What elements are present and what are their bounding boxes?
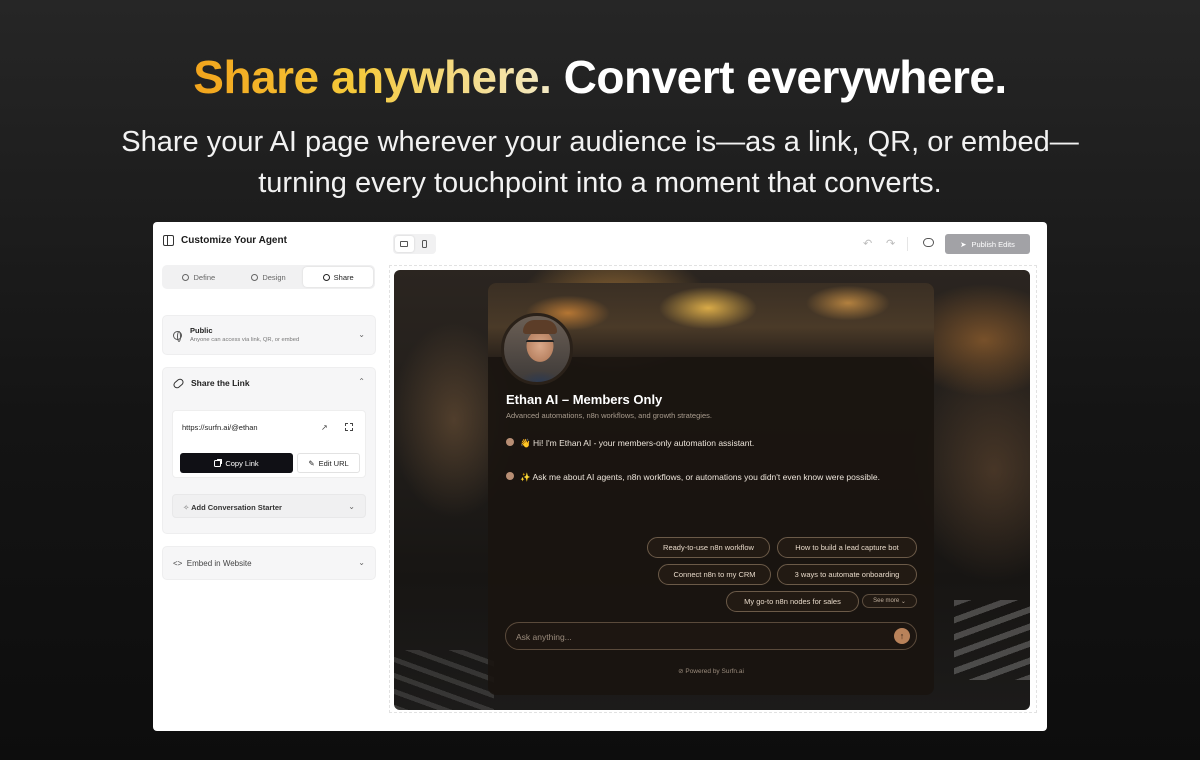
agent-title: Ethan AI – Members Only <box>506 392 663 407</box>
monitor-icon <box>400 241 409 247</box>
agent-chat-card: Ethan AI – Members Only Advanced automat… <box>488 283 934 695</box>
visibility-subtitle: Anyone can access via link, QR, or embed <box>190 337 300 343</box>
embed-section[interactable]: <> Embed in Website ⌄ <box>162 546 376 580</box>
send-arrow-icon[interactable]: ↑ <box>894 628 910 644</box>
desktop-view-button[interactable] <box>395 236 414 252</box>
cloud-check-icon <box>923 238 934 247</box>
chevron-up-icon[interactable]: ⌃ <box>358 377 365 386</box>
crosswalk-decoration <box>954 600 1030 680</box>
redo-icon[interactable]: ↷ <box>886 237 895 250</box>
qr-code-icon[interactable] <box>345 423 353 431</box>
share-link-title: Share the Link <box>191 378 250 388</box>
chevron-down-icon: ⌄ <box>900 598 906 605</box>
pencil-icon: ✎ <box>308 458 315 468</box>
tab-design[interactable]: Design <box>234 267 304 287</box>
tab-label: Share <box>333 272 354 282</box>
headline-highlight: Share anywhere. <box>193 51 552 103</box>
mini-avatar <box>506 438 514 446</box>
chat-input-placeholder: Ask anything... <box>516 632 572 642</box>
link-icon <box>172 376 185 390</box>
copy-icon <box>214 459 222 467</box>
code-icon: <> <box>173 559 187 568</box>
globe-icon <box>173 331 182 342</box>
mobile-view-button[interactable] <box>416 236 435 252</box>
see-more-button[interactable]: See more ⌄ <box>862 594 917 608</box>
powered-by-label: Powered by Surfn.ai <box>685 668 744 675</box>
edit-url-button[interactable]: ✎ Edit URL <box>297 453 360 473</box>
chevron-down-icon: ⌄ <box>358 558 365 567</box>
subtitle-line-1: Share your AI page wherever your audienc… <box>121 126 1079 158</box>
conversation-starter-chip[interactable]: How to build a lead capture bot <box>777 537 917 558</box>
device-toggle <box>393 234 436 254</box>
tab-label: Define <box>193 272 216 282</box>
crosswalk-decoration <box>394 650 494 710</box>
embed-label: <> Embed in Website <box>173 559 252 568</box>
share-url[interactable]: https://surfn.ai/@ethan <box>182 423 258 432</box>
copy-link-button[interactable]: Copy Link <box>180 453 293 473</box>
palette-icon <box>251 273 259 281</box>
headline: Share anywhere. Convert everywhere. <box>0 50 1200 104</box>
subtitle-line-2: turning every touchpoint into a moment t… <box>258 167 942 199</box>
sidebar-toggle-icon[interactable] <box>163 235 174 246</box>
conversation-starter-chip[interactable]: Ready-to-use n8n workflow <box>647 537 770 558</box>
toolbar-divider <box>907 237 908 251</box>
starter-text: Add Conversation Starter <box>191 503 282 512</box>
sparkle-icon: ✧ <box>183 503 192 512</box>
avatar <box>501 313 573 385</box>
see-more-label: See more <box>873 598 900 604</box>
undo-icon[interactable]: ↶ <box>863 237 872 250</box>
embed-title: Embed in Website <box>186 559 252 568</box>
sidebar: Customize Your Agent Define Design Share… <box>153 222 383 731</box>
share-icon <box>322 273 330 281</box>
chevron-down-icon: ⌄ <box>348 502 355 511</box>
preview-background: Ethan AI – Members Only Advanced automat… <box>394 270 1030 710</box>
send-icon: ➤ <box>960 239 967 249</box>
powered-by-footer[interactable]: ⊘ Powered by Surfn.ai <box>488 667 934 675</box>
tab-define[interactable]: Define <box>164 267 234 287</box>
copy-link-label: Copy Link <box>225 458 259 468</box>
conversation-starter-chip[interactable]: My go-to n8n nodes for sales <box>726 591 859 612</box>
share-link-section: Share the Link ⌃ https://surfn.ai/@ethan… <box>162 367 376 534</box>
conversation-starter-chip[interactable]: Connect n8n to my CRM <box>658 564 771 585</box>
add-conversation-starter[interactable]: ✧ Add Conversation Starter ⌄ <box>172 494 366 518</box>
sidebar-header: Customize Your Agent <box>163 235 287 246</box>
message-text: 👋 Hi! I'm Ethan AI - your members-only a… <box>520 438 755 448</box>
phone-icon <box>422 240 428 248</box>
visibility-selector[interactable]: Public Anyone can access via link, QR, o… <box>162 315 376 355</box>
external-link-icon[interactable]: ↗ <box>321 423 328 432</box>
message-text: ✨ Ask me about AI agents, n8n workflows,… <box>520 472 880 482</box>
tab-bar: Define Design Share <box>162 265 375 289</box>
chevron-down-icon: ⌄ <box>358 330 365 339</box>
app-window: Customize Your Agent Define Design Share… <box>153 222 1047 731</box>
share-url-box: https://surfn.ai/@ethan ↗ Copy Link ✎ Ed… <box>172 410 366 478</box>
headline-rest: Convert everywhere. <box>563 51 1008 103</box>
info-icon <box>182 273 190 281</box>
mini-avatar <box>506 472 514 480</box>
share-link-header[interactable]: Share the Link <box>172 376 250 390</box>
edit-url-label: Edit URL <box>318 458 349 468</box>
conversation-starter-chip[interactable]: 3 ways to automate onboarding <box>777 564 917 585</box>
publish-label: Publish Edits <box>971 239 1015 249</box>
agent-subtitle: Advanced automations, n8n workflows, and… <box>506 411 712 420</box>
tab-label: Design <box>262 272 286 282</box>
starter-label: ✧ Add Conversation Starter <box>183 503 282 512</box>
chat-input[interactable]: Ask anything... ↑ <box>505 622 917 650</box>
hero-subtitle: Share your AI page wherever your audienc… <box>0 122 1200 204</box>
publish-button[interactable]: ➤ Publish Edits <box>945 234 1030 254</box>
visibility-title: Public <box>190 326 213 335</box>
tab-share[interactable]: Share <box>303 267 374 287</box>
sidebar-title: Customize Your Agent <box>181 235 287 246</box>
